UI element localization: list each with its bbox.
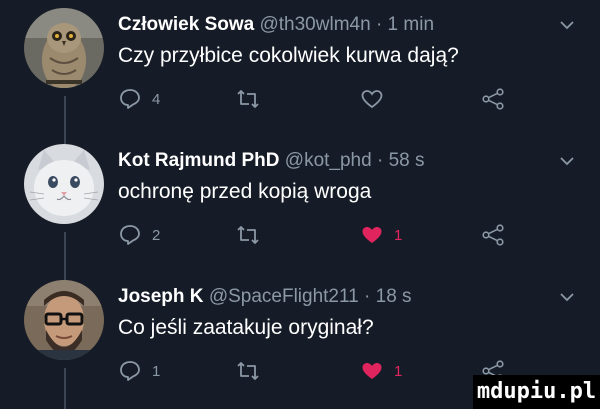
share-icon <box>482 224 504 246</box>
like-button[interactable] <box>360 86 384 112</box>
cat-avatar[interactable] <box>24 144 104 224</box>
retweet-icon <box>237 362 259 380</box>
retweet-icon <box>237 226 259 244</box>
heart-outline-icon <box>361 90 383 109</box>
tweet-header: Człowiek Sowa @th30wlm4n · 1 min <box>118 14 434 36</box>
share-button[interactable] <box>481 86 505 112</box>
display-name[interactable]: Joseph K <box>118 286 204 307</box>
retweet-button[interactable] <box>235 222 261 248</box>
display-name[interactable]: Kot Rajmund PhD <box>118 150 280 171</box>
reply-count: 4 <box>152 90 161 108</box>
chevron-down-icon[interactable] <box>557 151 577 171</box>
like-button[interactable]: 1 <box>360 222 402 248</box>
timestamp[interactable]: · 18 s <box>364 286 412 307</box>
retweet-button[interactable] <box>235 358 261 384</box>
heart-filled-icon <box>362 363 382 379</box>
reply-icon <box>120 361 140 381</box>
tweet-text: ochronę przed kopią wroga <box>118 180 372 203</box>
reply-icon <box>120 89 140 109</box>
tweet-text: Co jeśli zaatakuje oryginał? <box>118 316 374 339</box>
timestamp[interactable]: · 1 min <box>376 14 434 35</box>
like-count: 1 <box>394 362 403 380</box>
watermark: mdupiu.pl <box>473 375 600 409</box>
like-count: 1 <box>394 226 403 244</box>
reply-icon <box>120 225 140 245</box>
reply-button[interactable]: 2 <box>118 222 160 248</box>
chevron-down-icon[interactable] <box>557 15 577 35</box>
reply-button[interactable]: 4 <box>118 86 160 112</box>
heart-filled-icon <box>362 227 382 243</box>
tweet-text: Czy przyłbice cokolwiek kurwa dają? <box>118 44 459 67</box>
handle[interactable]: @kot_phd <box>285 150 372 171</box>
tweet-header: Joseph K @SpaceFlight211 · 18 s <box>118 286 412 308</box>
reply-button[interactable]: 1 <box>118 358 160 384</box>
reply-count: 1 <box>152 362 161 380</box>
action-bar: 2 1 <box>118 222 558 248</box>
chevron-down-icon[interactable] <box>557 287 577 307</box>
bearded-man-avatar[interactable] <box>24 280 104 360</box>
action-bar: 4 <box>118 86 558 112</box>
share-icon <box>482 88 504 110</box>
tweet[interactable]: Człowiek Sowa @th30wlm4n · 1 min Czy prz… <box>0 0 600 136</box>
handle[interactable]: @th30wlm4n <box>259 14 370 35</box>
retweet-icon <box>237 90 259 108</box>
like-button[interactable]: 1 <box>360 358 402 384</box>
handle[interactable]: @SpaceFlight211 <box>209 286 359 307</box>
timestamp[interactable]: · 58 s <box>377 150 425 171</box>
reply-count: 2 <box>152 226 161 244</box>
display-name[interactable]: Człowiek Sowa <box>118 14 254 35</box>
share-button[interactable] <box>481 222 505 248</box>
tweet-header: Kot Rajmund PhD @kot_phd · 58 s <box>118 150 425 172</box>
retweet-button[interactable] <box>235 86 261 112</box>
tweet[interactable]: Kot Rajmund PhD @kot_phd · 58 s ochronę … <box>0 136 600 272</box>
owl-avatar[interactable] <box>24 8 104 88</box>
